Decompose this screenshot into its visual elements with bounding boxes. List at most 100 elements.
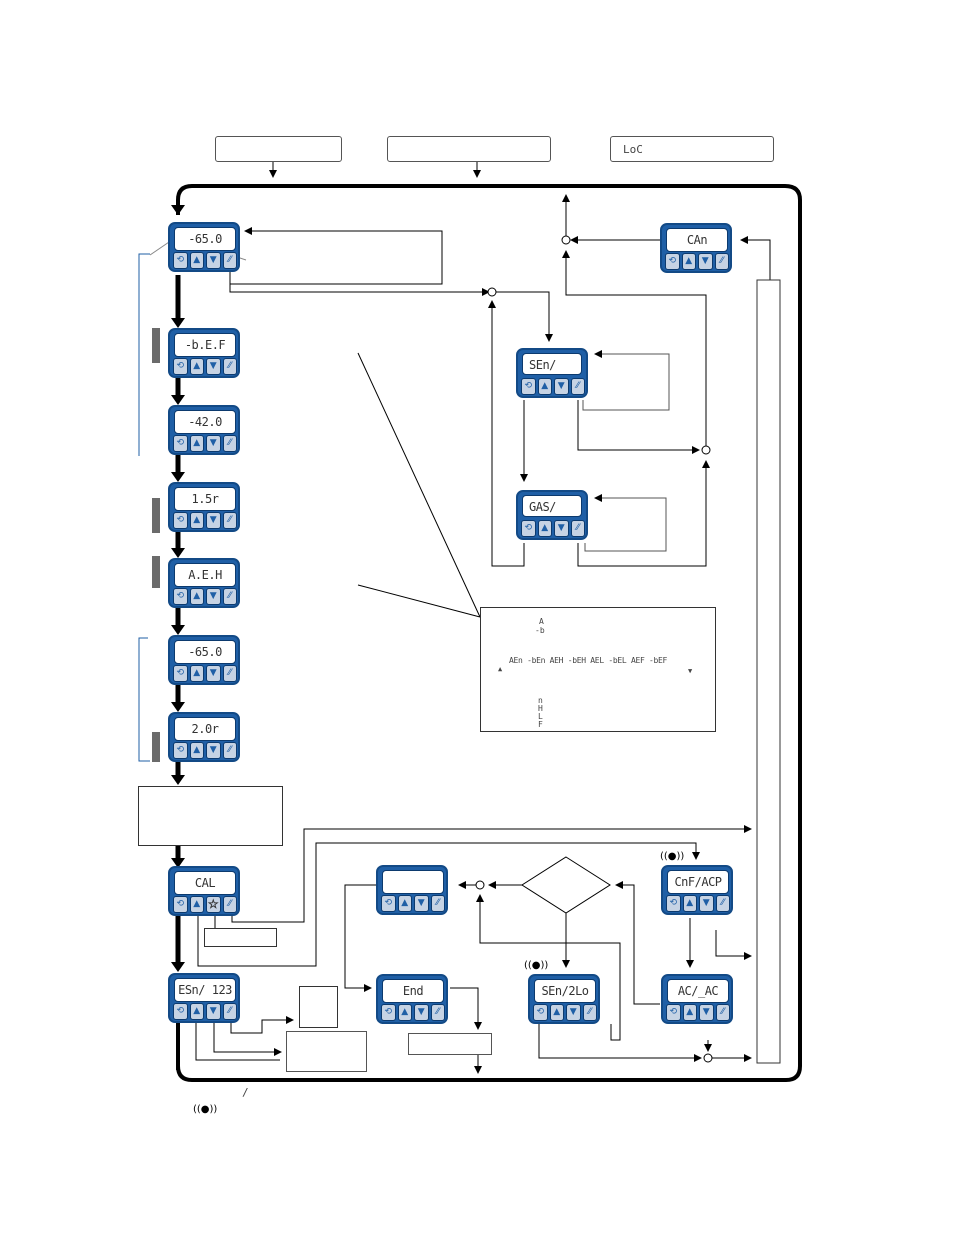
display-a-e-h[interactable]: A.E.H ⟲ ▲ ▼ ⁄⁄ — [168, 558, 240, 608]
enter-button-icon[interactable]: ⁄⁄ — [222, 896, 237, 913]
display-cal[interactable]: CAL ⟲ ▲ ☆ ⁄⁄ — [168, 866, 240, 916]
display-sensor-123[interactable]: ESn/ 123 ⟲ ▲ ▼ ⁄⁄ — [168, 973, 240, 1023]
display-ac-ac[interactable]: AC/_AC ⟲ ▲ ▼ ⁄⁄ — [661, 974, 733, 1024]
back-button-icon[interactable]: ⟲ — [533, 1004, 548, 1021]
enter-button-icon[interactable]: ⁄⁄ — [222, 588, 237, 605]
display-can[interactable]: CAn ⟲ ▲ ▼ ⁄⁄ — [660, 223, 732, 273]
down-button-icon[interactable]: ▼ — [206, 1003, 221, 1020]
enter-button-icon[interactable]: ⁄⁄ — [715, 895, 730, 912]
display-main-temp[interactable]: -65.0 ⟲ ▲ ▼ ⁄⁄ — [168, 222, 240, 272]
enter-button-icon[interactable]: ⁄⁄ — [222, 512, 237, 529]
display-screen: CAL — [174, 871, 236, 895]
up-button-icon[interactable]: ▲ — [189, 1003, 204, 1020]
back-button-icon[interactable]: ⟲ — [173, 252, 188, 269]
enter-button-icon[interactable]: ⁄⁄ — [222, 435, 237, 452]
down-button-icon[interactable]: ▼ — [206, 512, 221, 529]
back-button-icon[interactable]: ⟲ — [173, 358, 188, 375]
enter-button-icon[interactable]: ⁄⁄ — [715, 1004, 730, 1021]
display-b-e-f[interactable]: -b.E.F ⟲ ▲ ▼ ⁄⁄ — [168, 328, 240, 378]
up-button-icon[interactable]: ▲ — [189, 742, 204, 759]
display-time-1-5[interactable]: 1.5r ⟲ ▲ ▼ ⁄⁄ — [168, 482, 240, 532]
back-button-icon[interactable]: ⟲ — [381, 895, 396, 912]
up-button-icon[interactable]: ▲ — [397, 1004, 412, 1021]
display-sensor-2lo[interactable]: SEn/2Lo ⟲ ▲ ▼ ⁄⁄ — [528, 974, 600, 1024]
up-button-icon[interactable]: ▲ — [397, 895, 412, 912]
up-button-icon[interactable]: ▲ — [189, 358, 204, 375]
down-button-icon[interactable]: ▼ — [206, 252, 221, 269]
enter-button-icon[interactable]: ⁄⁄ — [430, 895, 445, 912]
up-button-icon[interactable]: ▲ — [189, 435, 204, 452]
inset-bottom-f: F — [538, 720, 543, 729]
top-box-1 — [215, 136, 342, 162]
enter-button-icon[interactable]: ⁄⁄ — [222, 742, 237, 759]
display-sensor[interactable]: SEn/ ⟲ ▲ ▼ ⁄⁄ — [516, 348, 588, 398]
display-screen: End — [382, 979, 444, 1003]
display-temp-42[interactable]: -42.0 ⟲ ▲ ▼ ⁄⁄ — [168, 405, 240, 455]
down-button-icon[interactable]: ▼ — [206, 588, 221, 605]
up-button-icon[interactable]: ▲ — [189, 665, 204, 682]
footer-bell-icon: ((●)) — [193, 1104, 218, 1115]
back-button-icon[interactable]: ⟲ — [173, 512, 188, 529]
display-gas[interactable]: GAS/ ⟲ ▲ ▼ ⁄⁄ — [516, 490, 588, 540]
down-button-icon[interactable]: ▼ — [414, 895, 429, 912]
display-blank[interactable]: ⟲ ▲ ▼ ⁄⁄ — [376, 865, 448, 915]
display-screen: -65.0 — [174, 640, 236, 664]
decision-diamond — [521, 856, 611, 914]
down-button-icon[interactable]: ▼ — [698, 253, 713, 270]
down-button-icon[interactable]: ▼ — [414, 1004, 429, 1021]
side-marker — [152, 328, 160, 363]
up-button-icon[interactable]: ▲ — [189, 512, 204, 529]
back-button-icon[interactable]: ⟲ — [173, 742, 188, 759]
down-button-icon[interactable]: ▼ — [554, 520, 569, 537]
up-button-icon[interactable]: ▲ — [682, 1004, 697, 1021]
back-button-icon[interactable]: ⟲ — [173, 896, 188, 913]
enter-button-icon[interactable]: ⁄⁄ — [570, 378, 585, 395]
top-box-lock: LoC — [610, 136, 774, 162]
star-button-icon[interactable]: ☆ — [206, 896, 221, 913]
display-screen — [382, 870, 444, 894]
down-button-icon[interactable]: ▼ — [206, 665, 221, 682]
enter-button-icon[interactable]: ⁄⁄ — [222, 1003, 237, 1020]
display-end[interactable]: End ⟲ ▲ ▼ ⁄⁄ — [376, 974, 448, 1024]
enter-button-icon[interactable]: ⁄⁄ — [582, 1004, 597, 1021]
back-button-icon[interactable]: ⟲ — [173, 1003, 188, 1020]
back-button-icon[interactable]: ⟲ — [521, 520, 536, 537]
side-marker — [152, 556, 160, 588]
down-button-icon[interactable]: ▼ — [206, 358, 221, 375]
up-button-icon[interactable]: ▲ — [549, 1004, 564, 1021]
up-button-icon[interactable]: ▲ — [537, 378, 552, 395]
down-button-icon[interactable]: ▼ — [699, 1004, 714, 1021]
enter-button-icon[interactable]: ⁄⁄ — [222, 665, 237, 682]
down-button-icon[interactable]: ▼ — [554, 378, 569, 395]
note-box-result — [286, 1031, 367, 1072]
enter-button-icon[interactable]: ⁄⁄ — [222, 358, 237, 375]
down-button-icon[interactable]: ▼ — [699, 895, 714, 912]
down-button-icon[interactable]: ▼ — [206, 435, 221, 452]
display-confirm-acp[interactable]: CnF/ACP ⟲ ▲ ▼ ⁄⁄ — [661, 865, 733, 915]
note-box-small — [299, 986, 338, 1028]
back-button-icon[interactable]: ⟲ — [173, 435, 188, 452]
enter-button-icon[interactable]: ⁄⁄ — [430, 1004, 445, 1021]
enter-button-icon[interactable]: ⁄⁄ — [222, 252, 237, 269]
back-button-icon[interactable]: ⟲ — [666, 1004, 681, 1021]
up-button-icon[interactable]: ▲ — [189, 252, 204, 269]
up-button-icon[interactable]: ▲ — [537, 520, 552, 537]
display-time-2-0[interactable]: 2.0r ⟲ ▲ ▼ ⁄⁄ — [168, 712, 240, 762]
up-button-icon[interactable]: ▲ — [681, 253, 696, 270]
display-screen: 1.5r — [174, 487, 236, 511]
back-button-icon[interactable]: ⟲ — [665, 253, 680, 270]
enter-button-icon[interactable]: ⁄⁄ — [714, 253, 729, 270]
up-button-icon[interactable]: ▲ — [682, 895, 697, 912]
down-arrow-icon: ▼ — [688, 667, 693, 675]
display-temp-65[interactable]: -65.0 ⟲ ▲ ▼ ⁄⁄ — [168, 635, 240, 685]
back-button-icon[interactable]: ⟲ — [381, 1004, 396, 1021]
up-button-icon[interactable]: ▲ — [189, 588, 204, 605]
down-button-icon[interactable]: ▼ — [206, 742, 221, 759]
back-button-icon[interactable]: ⟲ — [173, 665, 188, 682]
up-button-icon[interactable]: ▲ — [189, 896, 204, 913]
back-button-icon[interactable]: ⟲ — [666, 895, 681, 912]
down-button-icon[interactable]: ▼ — [566, 1004, 581, 1021]
enter-button-icon[interactable]: ⁄⁄ — [570, 520, 585, 537]
back-button-icon[interactable]: ⟲ — [521, 378, 536, 395]
back-button-icon[interactable]: ⟲ — [173, 588, 188, 605]
